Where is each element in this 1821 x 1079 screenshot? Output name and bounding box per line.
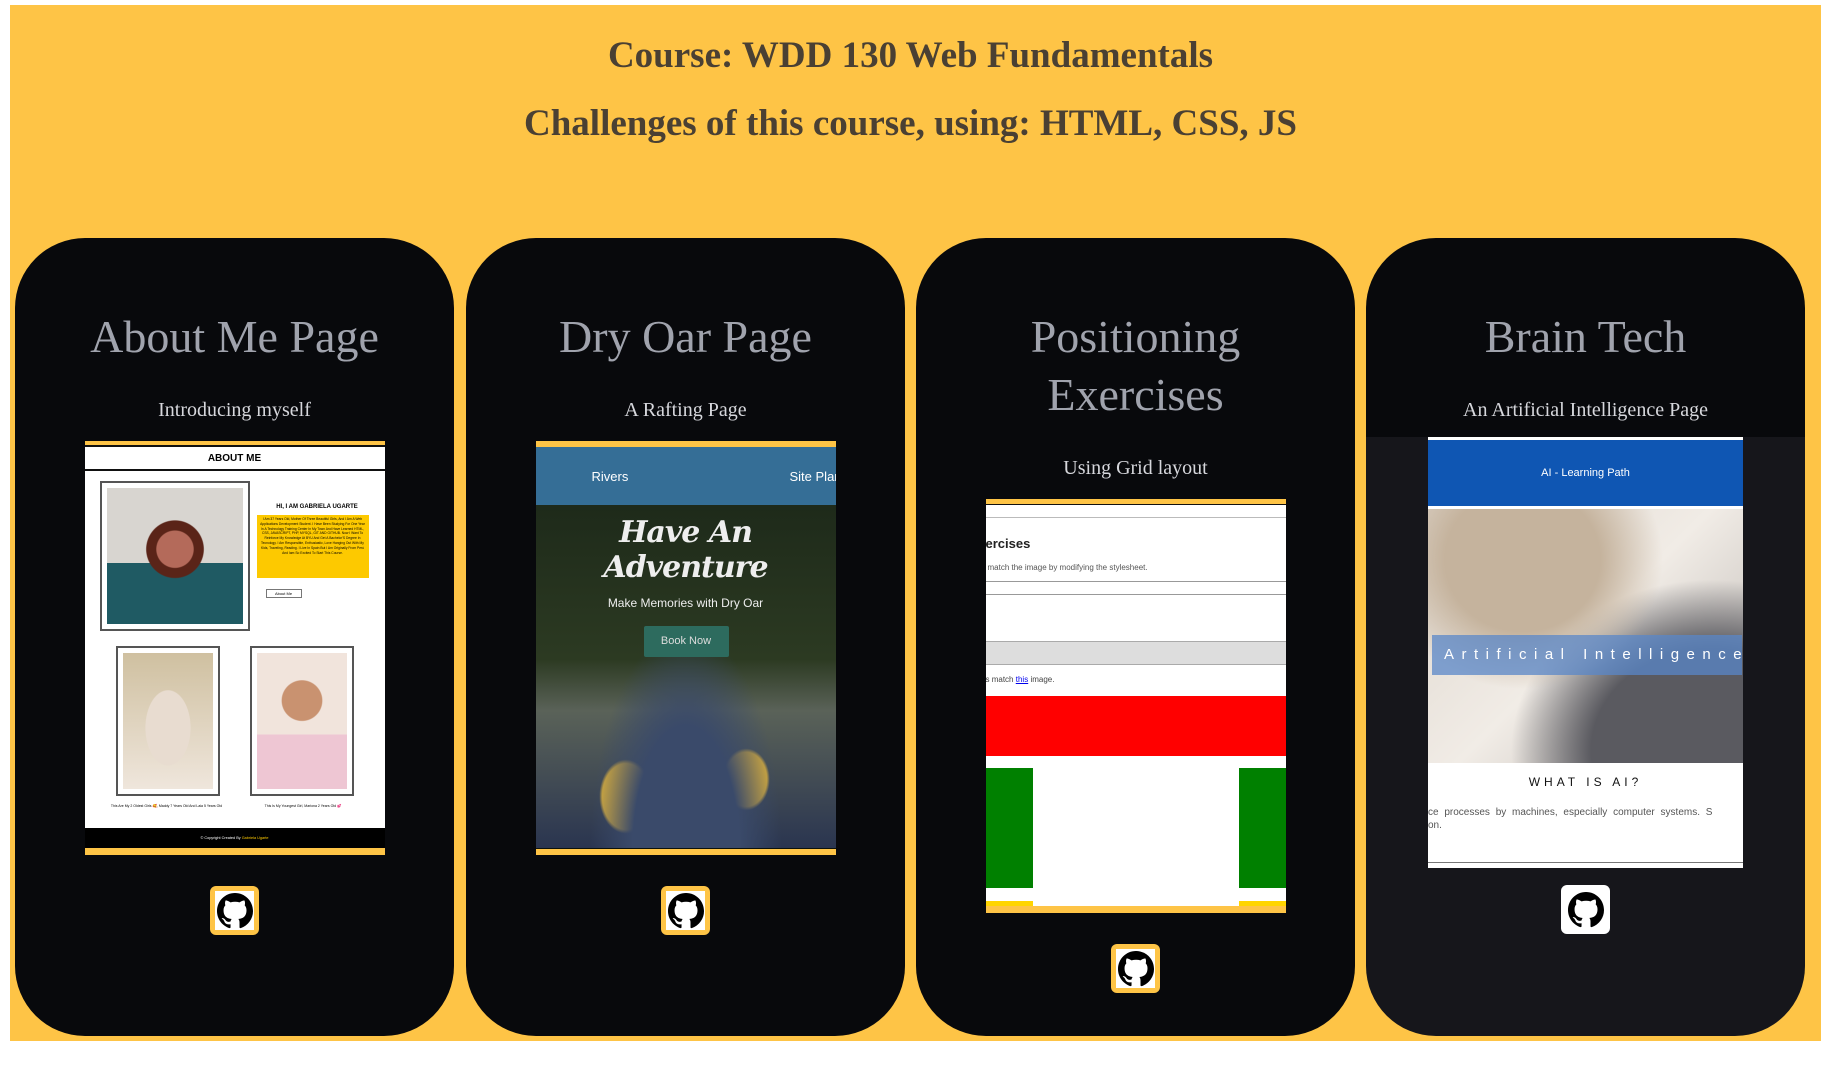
brain-tech-preview[interactable]: AI - Learning Path Artificial Intelligen… [1428,437,1743,868]
github-icon [1117,950,1154,986]
nav-site-plan: Site Plan [789,469,836,484]
project-card-positioning: Positioning Exercises Using Grid layout … [916,238,1355,1036]
yellow-divider [535,849,836,855]
green-block-left [985,768,1033,888]
caption-2: This Is My Youngest Girl, Mariona 2 Year… [264,804,342,808]
github-link[interactable] [1561,885,1610,934]
card-subtitle: An Artificial Intelligence Page [1463,399,1708,421]
gray-bar [985,641,1286,665]
divider [1428,862,1743,863]
divider [985,517,1286,518]
preview-footer: © Copyright Created By Gabriela Ugarte [84,828,385,848]
preview-instructions: match the image by modifying the stylesh… [987,563,1148,572]
github-link[interactable] [210,886,259,935]
github-link[interactable] [1111,944,1160,993]
footer-author: Gabriela Ugarte [241,836,269,840]
project-card-dry-oar: Dry Oar Page A Rafting Page Rivers Site … [466,238,905,1036]
note-text: s match [985,675,1014,684]
preview-about-button: About Me [265,589,302,598]
red-block [985,696,1286,756]
card-subtitle: Introducing myself [158,399,311,421]
github-icon [216,892,253,928]
green-block-right [1238,768,1286,888]
girls-photo [115,646,220,796]
card-title: Brain Tech [1484,311,1687,362]
preview-book-button: Book Now [643,626,729,657]
baby-photo [249,646,354,796]
preview-nav: Rivers Site Plan [535,447,836,505]
card-title: Dry Oar Page [559,311,812,362]
this-link[interactable]: this [1016,675,1028,684]
card-subtitle: Using Grid layout [1063,457,1208,479]
preview-heading: WHAT IS AI? [1528,775,1643,789]
note-text: image. [1030,675,1055,684]
divider [985,594,1286,595]
preview-header: ABOUT ME [84,447,385,471]
preview-name: HI, I AM GABRIELA UGARTE [276,504,358,510]
card-subtitle: A Rafting Page [624,399,747,421]
github-icon [1567,891,1604,927]
preview-text: on. [1428,820,1442,831]
divider [985,581,1286,582]
yellow-divider [985,906,1286,913]
preview-text: ce processes by machines, especially com… [1428,807,1713,818]
yellow-divider [985,499,1286,505]
footer-text: © Copyright Created By [200,836,241,840]
preview-heading: ercises [985,536,1031,551]
portrait-photo [99,481,250,631]
card-title: About Me Page [90,311,379,362]
course-subtitle: Challenges of this course, using: HTML, … [524,103,1297,144]
project-card-about-me: About Me Page Introducing myself ABOUT M… [15,238,454,1036]
preview-hero: Have An Adventure [603,515,768,585]
github-link[interactable] [661,886,710,935]
preview-nav: AI - Learning Path [1428,440,1743,506]
card-title: Positioning Exercises [1030,311,1241,420]
preview-banner: Artificial Intelligence [1432,635,1742,675]
github-icon [667,892,704,928]
preview-bio: I Am 37 Years Old, Mother Of Three Beaut… [256,515,369,578]
about-me-preview[interactable]: ABOUT ME HI, I AM GABRIELA UGARTE I Am 3… [84,441,385,855]
course-title: Course: WDD 130 Web Fundamentals [607,35,1214,76]
dry-oar-preview[interactable]: Rivers Site Plan Have An Adventure Make … [535,441,836,855]
yellow-divider [84,848,385,855]
preview-tagline: Make Memories with Dry Oar [607,596,764,610]
project-card-brain-tech: Brain Tech An Artificial Intelligence Pa… [1366,238,1805,1036]
caption-1: This Are My 2 Oldest Girls 🥰, Maddy 7 Ye… [110,804,223,808]
nav-rivers: Rivers [591,469,629,484]
preview-note: s match this image. [986,675,1055,684]
positioning-preview[interactable]: ercises match the image by modifying the… [985,499,1286,913]
